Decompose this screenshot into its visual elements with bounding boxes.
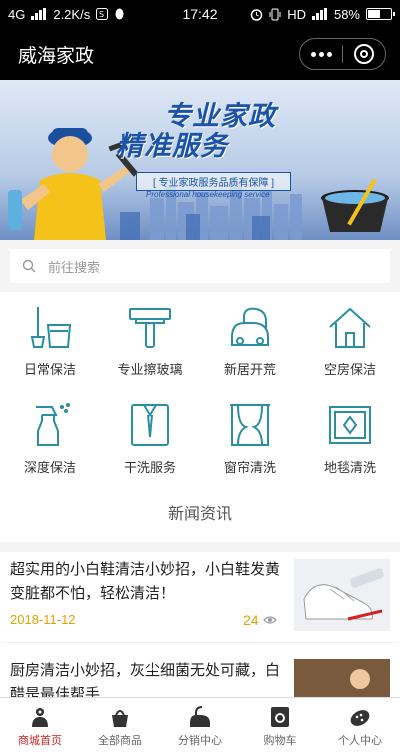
home-person-icon <box>32 708 48 727</box>
service-deep-cleaning[interactable]: 深度保洁 <box>0 390 100 488</box>
service-label: 深度保洁 <box>23 460 76 475</box>
qq-icon <box>115 8 124 19</box>
close-button[interactable] <box>343 39 385 69</box>
battery-icon <box>366 8 395 20</box>
search-section: 前往搜索 <box>0 240 400 292</box>
banner-headline: 专业家政 精准服务 <box>116 101 276 162</box>
service-label: 新居开荒 <box>223 362 276 377</box>
vacuum-icon <box>190 706 210 727</box>
tab-all-products[interactable]: 全部商品 <box>80 698 160 753</box>
news-title: 厨房清洁小妙招，灰尘细菌无处可藏，白醋是最佳帮手 <box>10 662 281 697</box>
eye-icon <box>262 616 277 624</box>
spray-bottle-icon <box>36 403 70 446</box>
vibrate-icon <box>269 8 281 20</box>
mini-program-capsule <box>299 38 386 70</box>
app-notification-icon: S <box>96 8 109 20</box>
section-divider <box>0 542 400 552</box>
hd-indicator: HD <box>287 6 306 22</box>
tab-label: 全部商品 <box>98 735 142 747</box>
tab-label: 分销中心 <box>178 735 222 747</box>
mop-bucket-icon <box>30 307 72 348</box>
sponge-icon <box>350 710 370 726</box>
search-placeholder: 前往搜索 <box>48 259 101 275</box>
tab-home[interactable]: 商城首页 <box>0 698 80 753</box>
news-title: 超实用的小白鞋清洁小妙招，小白鞋发黄变脏都不怕，轻松清洁！ <box>10 561 281 602</box>
page-title: 威海家政 <box>18 45 95 67</box>
signal-icon <box>31 8 47 20</box>
service-label: 窗帘清洗 <box>223 460 276 475</box>
vacuum-icon <box>231 307 269 346</box>
service-label: 空房保洁 <box>323 362 376 377</box>
tab-label: 商城首页 <box>18 735 62 747</box>
news-item[interactable]: 厨房清洁小妙招，灰尘细菌无处可藏，白醋是最佳帮手 <box>0 643 400 697</box>
shoe-image <box>294 559 390 631</box>
service-label: 日常保洁 <box>23 362 76 377</box>
service-window-cleaning[interactable]: 专业擦玻璃 <box>100 292 200 390</box>
carpet-icon <box>329 406 371 444</box>
more-button[interactable] <box>300 39 342 69</box>
close-circle-icon <box>354 44 374 64</box>
news-item[interactable]: 超实用的小白鞋清洁小妙招，小白鞋发黄变脏都不怕，轻松清洁！ 2018-11-12… <box>0 552 400 642</box>
service-empty-house[interactable]: 空房保洁 <box>300 292 400 390</box>
search-input[interactable]: 前往搜索 <box>10 249 390 283</box>
tab-profile[interactable]: 个人中心 <box>320 698 400 753</box>
promo-banner[interactable]: 专业家政 精准服务 [ 专业家政服务品质有保障 ] Professional h… <box>0 80 400 240</box>
search-icon <box>22 259 36 273</box>
service-grid: 日常保洁 专业擦玻璃 新居开荒 空房保洁 深度保洁 干洗服务 窗帘清洗 地毯清洗 <box>0 292 400 488</box>
news-thumbnail <box>294 659 390 697</box>
title-bar: 威海家政 <box>0 28 400 80</box>
network-speed: 2.2K/s <box>53 6 91 22</box>
battery-percent: 58% <box>333 6 360 22</box>
curtain-icon <box>230 404 270 446</box>
squeegee-icon <box>129 308 171 348</box>
house-icon <box>329 307 371 348</box>
service-label: 干洗服务 <box>123 460 176 475</box>
news-view-count: 24 <box>243 612 259 628</box>
service-carpet-cleaning[interactable]: 地毯清洗 <box>300 390 400 488</box>
tab-label: 购物车 <box>263 735 297 747</box>
shirt-icon <box>131 404 169 446</box>
service-new-home[interactable]: 新居开荒 <box>200 292 300 390</box>
washing-machine-icon <box>271 707 289 727</box>
banner-headline-line2: 精准服务 <box>116 131 228 162</box>
signal-icon-2 <box>311 8 327 20</box>
tab-cart[interactable]: 购物车 <box>240 698 320 753</box>
banner-tagline-en: Professional housekeeping service <box>146 190 270 199</box>
status-bar: 4G 2.2K/s S 17:42 HD 58% <box>0 0 400 28</box>
tab-distribution[interactable]: 分销中心 <box>160 698 240 753</box>
svg-text:S: S <box>99 10 104 19</box>
service-label: 专业擦玻璃 <box>117 362 183 377</box>
news-date: 2018-11-12 <box>10 612 76 627</box>
network-label: 4G <box>8 6 26 22</box>
bottom-tab-bar: 商城首页 全部商品 分销中心 购物车 个人中心 <box>0 697 400 753</box>
news-thumbnail <box>294 559 390 631</box>
bucket-illustration <box>321 178 389 232</box>
service-dry-cleaning[interactable]: 干洗服务 <box>100 390 200 488</box>
basket-icon <box>112 710 128 727</box>
more-dots-icon <box>310 51 332 57</box>
alarm-icon <box>250 8 263 21</box>
banner-headline-line1: 专业家政 <box>164 101 276 132</box>
tab-label: 个人中心 <box>338 735 382 747</box>
news-views: 24 <box>243 612 277 628</box>
service-label: 地毯清洗 <box>323 460 376 475</box>
banner-tagline: [ 专业家政服务品质有保障 ] <box>136 172 291 191</box>
service-daily-cleaning[interactable]: 日常保洁 <box>0 292 100 390</box>
kitchen-image <box>294 659 390 697</box>
news-heading: 新闻资讯 <box>0 488 400 542</box>
service-curtain-cleaning[interactable]: 窗帘清洗 <box>200 390 300 488</box>
